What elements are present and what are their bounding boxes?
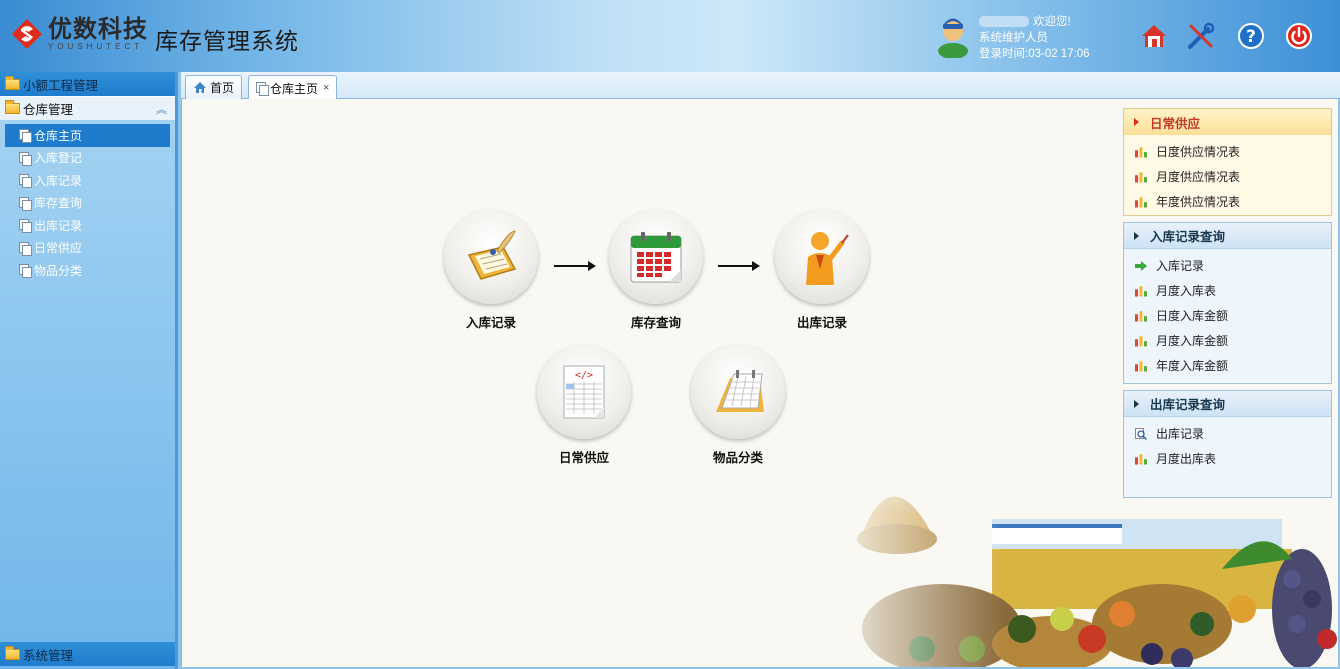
green-arrow-icon (1135, 260, 1147, 271)
sidebar-item-outbound-records[interactable]: 出库记录 (5, 214, 170, 237)
panel-link-outbound-records[interactable]: 出库记录 (1124, 421, 1331, 446)
panel-header[interactable]: 日常供应 (1124, 109, 1331, 135)
calendar-grid-icon (609, 210, 703, 304)
tab-close-icon[interactable]: × (323, 82, 329, 94)
panel-link-yearly-supply-report[interactable]: 年度供应情况表 (1124, 189, 1331, 214)
caret-right-icon (1134, 231, 1139, 240)
panel-header[interactable]: 出库记录查询 (1124, 391, 1331, 417)
home-button[interactable] (1139, 20, 1169, 52)
sidebar-group-label: 系统管理 (23, 648, 74, 663)
folder-icon (5, 75, 20, 90)
svg-text:</>: </> (575, 370, 593, 381)
folder-icon (5, 645, 20, 660)
bar-chart-icon (1135, 454, 1147, 465)
panel-daily-supply: 日常供应 日度供应情况表 月度供应情况表 年度供应情况表 (1123, 108, 1332, 216)
help-button[interactable]: ? (1236, 20, 1266, 52)
company-logo: 优数科技 YOUSHUTECT (10, 16, 148, 51)
sidebar: 小额工程管理 仓库管理 ︽ 仓库主页 入库登记 入库记录 库存查询 出库记录 日… (0, 72, 178, 669)
sidebar-group-label: 小额工程管理 (23, 78, 99, 93)
flow-node-daily-supply[interactable]: </> 日常供应 (537, 345, 631, 466)
flow-node-inbound-records[interactable]: 入库记录 (444, 210, 538, 331)
panel-link-inbound-records[interactable]: 入库记录 (1124, 253, 1331, 278)
logout-button[interactable] (1284, 20, 1314, 52)
page-icon (19, 151, 32, 166)
power-icon (1286, 23, 1312, 49)
sidebar-item-item-category[interactable]: 物品分类 (5, 259, 170, 282)
tab-bar: 首页 仓库主页 × (181, 72, 1340, 100)
panel-link-daily-supply-report[interactable]: 日度供应情况表 (1124, 139, 1331, 164)
sidebar-item-stock-query[interactable]: 库存查询 (5, 192, 170, 215)
magnifier-doc-icon (1135, 427, 1147, 440)
panel-link-monthly-outbound[interactable]: 月度出库表 (1124, 446, 1331, 471)
logo-chinese-text: 优数科技 (48, 15, 148, 43)
page-icon (19, 264, 32, 279)
bar-chart-icon (1135, 336, 1147, 347)
main-content: 入库记录 库存查询 出库记录 </> 日常供应 物品分类 日常供应 日度供应情况… (181, 99, 1338, 667)
panel-link-monthly-inbound-amount[interactable]: 月度入库金额 (1124, 328, 1331, 353)
panel-inbound-query: 入库记录查询 入库记录 月度入库表 日度入库金额 月度入库金额 年度入库金额 (1123, 222, 1332, 384)
sidebar-item-warehouse-home[interactable]: 仓库主页 (5, 124, 170, 147)
caret-right-icon (1134, 118, 1139, 126)
svg-text:?: ? (1246, 27, 1256, 47)
sidebar-item-inbound-register[interactable]: 入库登记 (5, 147, 170, 170)
sidebar-item-daily-supply[interactable]: 日常供应 (5, 237, 170, 260)
tab-warehouse-home[interactable]: 仓库主页 × (248, 75, 338, 100)
help-icon: ? (1238, 23, 1264, 49)
caret-right-icon (1134, 399, 1139, 408)
page-icon (19, 196, 32, 211)
desk-calendar-icon (691, 345, 785, 439)
panel-header[interactable]: 入库记录查询 (1124, 223, 1331, 249)
folder-icon (5, 100, 20, 114)
app-title: 库存管理系统 (155, 29, 299, 55)
panel-link-daily-inbound-amount[interactable]: 日度入库金额 (1124, 303, 1331, 328)
logo-english-text: YOUSHUTECT (48, 42, 144, 51)
user-info: 欢迎您! 系统维护人员 登录时间:03-02 17:06 (936, 14, 1090, 62)
login-time: 登录时间:03-02 17:06 (979, 48, 1090, 60)
page-icon (19, 241, 32, 256)
sidebar-group-warehouse[interactable]: 仓库管理 ︽ (0, 96, 175, 120)
username-redacted (979, 16, 1029, 27)
bar-chart-icon (1135, 197, 1147, 208)
bar-chart-icon (1135, 286, 1147, 297)
sidebar-item-inbound-records[interactable]: 入库记录 (5, 169, 170, 192)
flow-node-outbound-records[interactable]: 出库记录 (775, 210, 869, 331)
code-document-icon: </> (537, 345, 631, 439)
bar-chart-icon (1135, 147, 1147, 158)
home-icon (1142, 25, 1166, 47)
tools-button[interactable] (1186, 20, 1216, 52)
presenter-person-icon (775, 210, 869, 304)
panel-link-yearly-inbound-amount[interactable]: 年度入库金额 (1124, 353, 1331, 378)
tools-icon (1188, 22, 1215, 49)
bar-chart-icon (1135, 361, 1147, 372)
collapse-chevron-icon[interactable]: ︽ (156, 101, 167, 117)
user-avatar-icon (936, 14, 970, 59)
logo-mark-icon (10, 17, 44, 51)
clipboard-icon (444, 210, 538, 304)
panel-outbound-query: 出库记录查询 出库记录 月度出库表 (1123, 390, 1332, 498)
sidebar-group-engineering[interactable]: 小额工程管理 (0, 72, 175, 96)
flow-node-item-category[interactable]: 物品分类 (691, 345, 785, 466)
user-role: 系统维护人员 (979, 32, 1048, 44)
flow-arrow (554, 261, 596, 271)
bar-chart-icon (1135, 311, 1147, 322)
page-icon (256, 82, 269, 96)
flow-arrow (718, 261, 760, 271)
flow-node-stock-query[interactable]: 库存查询 (609, 210, 703, 331)
page-icon (19, 129, 32, 144)
panel-link-monthly-supply-report[interactable]: 月度供应情况表 (1124, 164, 1331, 189)
tab-home[interactable]: 首页 (185, 75, 243, 99)
page-icon (19, 219, 32, 234)
sidebar-group-system[interactable]: 系统管理 (0, 642, 175, 666)
app-header: 优数科技 YOUSHUTECT 库存管理系统 欢迎您! 系统维护人员 登录时间:… (0, 0, 1340, 72)
sidebar-group-label: 仓库管理 (23, 103, 74, 117)
bar-chart-icon (1135, 172, 1147, 183)
panel-link-monthly-inbound[interactable]: 月度入库表 (1124, 278, 1331, 303)
welcome-text: 欢迎您! (1033, 16, 1071, 28)
home-icon (194, 82, 206, 93)
page-icon (19, 174, 32, 189)
